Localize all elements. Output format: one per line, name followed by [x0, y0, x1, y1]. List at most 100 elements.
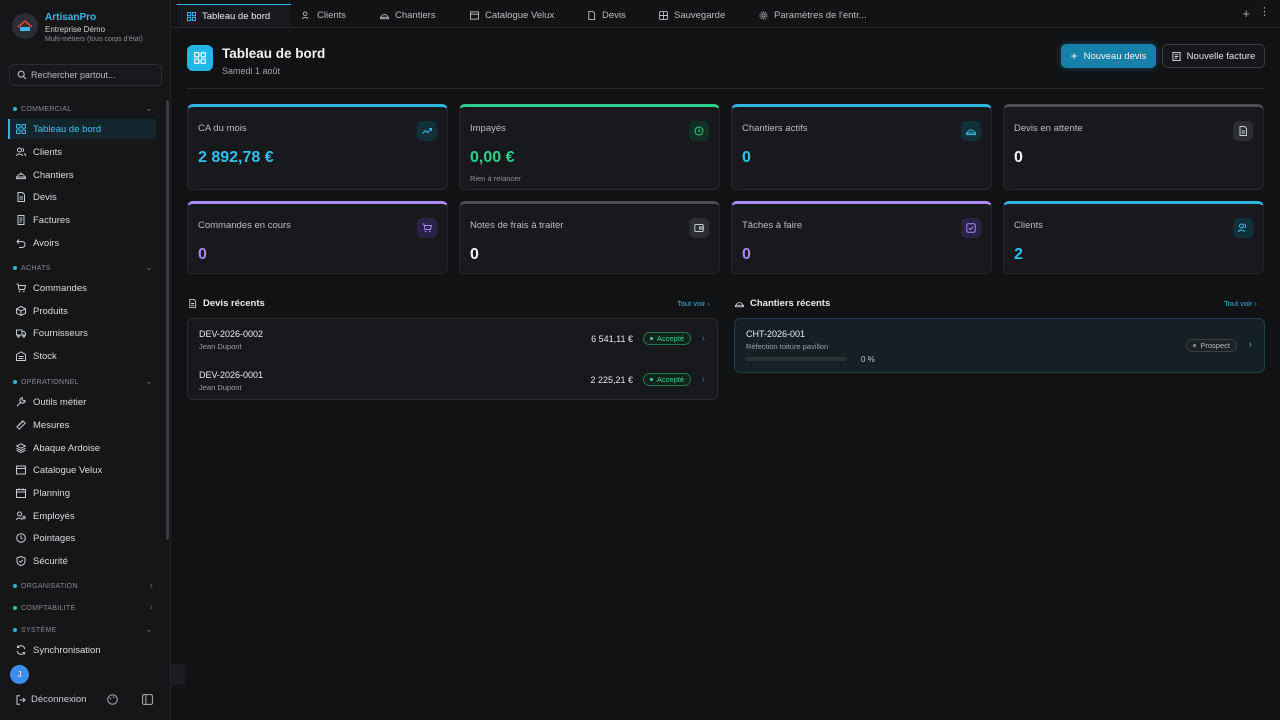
sidebar-item-chantiers[interactable]: Chantiers	[8, 165, 156, 185]
stat-card-taches[interactable]: Tâches à faire 0	[731, 201, 992, 274]
sidebar-item-clients[interactable]: Clients	[8, 142, 156, 162]
truck-icon	[16, 329, 26, 338]
search-input[interactable]: Rechercher partout...	[9, 64, 162, 86]
section-dot	[13, 266, 17, 270]
section-comptabilite[interactable]: COMPTABILITÉ ›	[13, 602, 153, 614]
window-icon	[470, 11, 479, 20]
sidebar-item-label: Synchronisation	[33, 644, 101, 656]
stat-card-devis-attente[interactable]: Devis en attente 0	[1003, 104, 1264, 190]
sidebar-item-tableau-de-bord[interactable]: Tableau de bord	[8, 119, 156, 139]
hard-hat-icon	[735, 302, 744, 308]
users-icon	[302, 11, 309, 20]
section-label: SYSTÈME	[21, 626, 57, 634]
stat-value: 0,00 €	[470, 149, 515, 166]
avatar[interactable]: J	[10, 665, 29, 684]
brand[interactable]: ArtisanPro Entreprise Démo Multi-métiers…	[12, 11, 143, 45]
stat-value: 0	[198, 246, 207, 263]
tab-devis[interactable]: Devis	[577, 4, 626, 27]
section-systeme[interactable]: SYSTÈME ⌄	[13, 624, 153, 636]
table-row[interactable]: DEV-2026-0002 Jean Dupont 6 541,11 € Acc…	[188, 319, 717, 359]
brand-logo-icon	[12, 13, 38, 39]
section-commercial[interactable]: COMMERCIAL ⌄	[13, 103, 153, 115]
stat-label: Devis en attente	[1014, 123, 1083, 134]
sidebar-item-catalogue-velux[interactable]: Catalogue Velux	[8, 460, 156, 480]
stat-label: Chantiers actifs	[742, 123, 808, 134]
section-operationnel[interactable]: OPÉRATIONNEL ⌄	[13, 376, 153, 388]
section-organisation[interactable]: ORGANISATION ›	[13, 580, 153, 592]
sidebar-item-commandes[interactable]: Commandes	[8, 278, 156, 298]
wallet-icon	[689, 218, 709, 238]
sidebar-item-outils-metier[interactable]: Outils métier	[8, 392, 156, 412]
collapse-sidebar-icon[interactable]	[142, 694, 153, 705]
sidebar-item-devis[interactable]: Devis	[8, 187, 156, 207]
section-label: ORGANISATION	[21, 582, 78, 590]
new-tab-button[interactable]: +	[1242, 6, 1250, 21]
sidebar-item-factures[interactable]: Factures	[8, 210, 156, 230]
see-all-quotes-link[interactable]: Tout voir ›	[677, 299, 710, 308]
sidebar-item-label: Chantiers	[33, 169, 74, 181]
stat-card-chantiers[interactable]: Chantiers actifs 0	[731, 104, 992, 190]
sidebar-item-produits[interactable]: Produits	[8, 301, 156, 321]
tab-tableau-de-bord[interactable]: Tableau de bord	[177, 4, 291, 27]
tab-label: Clients	[317, 10, 347, 21]
sidebar-item-employes[interactable]: Employés	[8, 506, 156, 526]
new-quote-button[interactable]: + Nouveau devis	[1061, 44, 1156, 68]
tab-sauvegarde[interactable]: Sauvegarde	[649, 4, 725, 27]
status-dot	[649, 378, 653, 381]
new-invoice-button[interactable]: Nouvelle facture	[1162, 44, 1265, 68]
document-icon	[17, 192, 25, 202]
logout-button[interactable]: Déconnexion	[16, 694, 86, 705]
more-icon[interactable]: ⋮	[1259, 5, 1270, 18]
tab-label: Paramètres de l'entr...	[774, 10, 867, 21]
section-achats[interactable]: ACHATS ⌄	[13, 262, 153, 274]
quote-client: Jean Dupont	[199, 383, 242, 392]
sidebar-scrollbar[interactable]	[166, 100, 169, 540]
list-item[interactable]: CHT-2026-001 Réfection toiture pavillon …	[734, 318, 1265, 373]
brand-trade: Multi-métiers (tous corps d'état)	[45, 36, 143, 43]
sidebar-item-avoirs[interactable]: Avoirs	[8, 233, 156, 253]
stat-label: Tâches à faire	[742, 220, 803, 231]
quote-amount: 2 225,21 €	[590, 375, 633, 385]
sidebar-item-abaque-ardoise[interactable]: Abaque Ardoise	[8, 438, 156, 458]
sidebar-item-pointages[interactable]: Pointages	[8, 528, 156, 548]
sidebar-item-stock[interactable]: Stock	[8, 346, 156, 366]
list-title-label: Chantiers récents	[750, 298, 831, 309]
stat-card-impayes[interactable]: Impayés 0,00 € Rien à relancer	[459, 104, 720, 190]
tab-chantiers[interactable]: Chantiers	[370, 4, 436, 27]
see-all-sites-link[interactable]: Tout voir ›	[1224, 299, 1257, 308]
tab-parametres[interactable]: Paramètres de l'entr...	[749, 4, 867, 27]
stat-note: Rien à relancer	[470, 174, 521, 183]
stat-card-clients[interactable]: Clients 2	[1003, 201, 1264, 274]
chevron-down-icon: ⌄	[145, 262, 153, 272]
shield-icon	[16, 556, 26, 566]
stat-card-commandes[interactable]: Commandes en cours 0	[187, 201, 448, 274]
sidebar-item-mesures[interactable]: Mesures	[8, 415, 156, 435]
tab-clients[interactable]: Clients	[292, 4, 346, 27]
wrench-icon	[16, 397, 26, 407]
stat-card-ca[interactable]: CA du mois 2 892,78 €	[187, 104, 448, 190]
tab-label: Devis	[602, 10, 626, 21]
tab-catalogue-velux[interactable]: Catalogue Velux	[460, 4, 554, 27]
plus-icon: +	[1070, 49, 1078, 63]
sidebar-item-securite[interactable]: Sécurité	[8, 551, 156, 571]
theme-palette-icon[interactable]	[107, 694, 118, 705]
stat-value: 0	[742, 149, 751, 166]
status-badge: Prospect	[1186, 339, 1237, 352]
sidebar-item-fournisseurs[interactable]: Fournisseurs	[8, 323, 156, 343]
chevron-right-icon: ›	[701, 333, 705, 344]
brand-company: Entreprise Démo	[45, 25, 106, 34]
stat-label: Commandes en cours	[198, 220, 291, 231]
page-title: Tableau de bord	[222, 46, 326, 61]
chevron-right-icon: ›	[149, 602, 153, 612]
sidebar-item-label: Pointages	[33, 532, 76, 544]
progress-label: 0 %	[861, 355, 875, 364]
quote-client: Jean Dupont	[199, 342, 242, 351]
header-divider	[187, 88, 1265, 89]
section-label: COMMERCIAL	[21, 105, 72, 113]
stat-label: CA du mois	[198, 123, 247, 134]
table-row[interactable]: DEV-2026-0001 Jean Dupont 2 225,21 € Acc…	[188, 360, 717, 400]
sidebar-item-synchronisation[interactable]: Synchronisation	[8, 640, 156, 660]
stat-card-notes-frais[interactable]: Notes de frais à traiter 0	[459, 201, 720, 274]
hard-hat-icon	[380, 14, 389, 20]
sidebar-item-planning[interactable]: Planning	[8, 483, 156, 503]
